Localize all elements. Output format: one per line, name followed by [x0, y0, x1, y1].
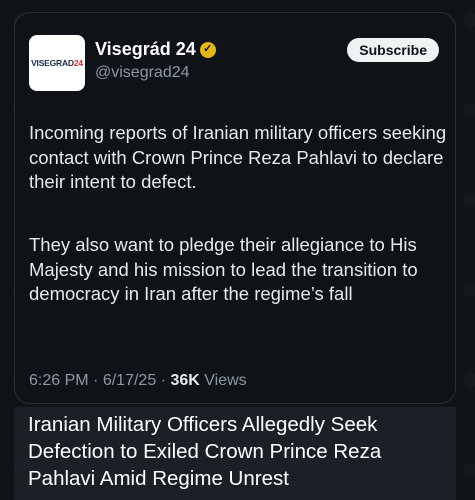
display-name[interactable]: Visegrád 24 ✓ — [95, 39, 216, 60]
meta-separator: · — [93, 372, 99, 389]
subscribe-button[interactable]: Subscribe — [347, 38, 439, 62]
tweet-paragraph-1: Incoming reports of Iranian military off… — [29, 122, 447, 192]
headline-text: Iranian Military Officers Allegedly Seek… — [28, 413, 382, 490]
avatar-logo: VISEGRAD24 — [31, 58, 83, 68]
tweet-paragraph-2: They also want to pledge their allegianc… — [29, 234, 418, 304]
display-name-text[interactable]: Visegrád 24 — [95, 39, 196, 60]
tweet-date[interactable]: 6/17/25 — [103, 372, 156, 389]
avatar[interactable]: VISEGRAD24 — [29, 35, 85, 91]
tweet-card[interactable]: VISEGRAD24 Visegrád 24 ✓ @visegrad24 Sub… — [14, 12, 456, 404]
views-count: 36K — [170, 372, 200, 389]
tweet-meta: 6:26 PM · 6/17/25 · 36K Views — [29, 372, 247, 390]
headline-banner: Iranian Military Officers Allegedly Seek… — [14, 407, 456, 500]
views-label: Views — [204, 372, 247, 389]
verified-icon[interactable]: ✓ — [199, 41, 216, 58]
meta-separator-2: · — [160, 372, 166, 389]
tweet-time[interactable]: 6:26 PM — [29, 372, 89, 389]
user-handle[interactable]: @visegrad24 — [95, 64, 190, 82]
